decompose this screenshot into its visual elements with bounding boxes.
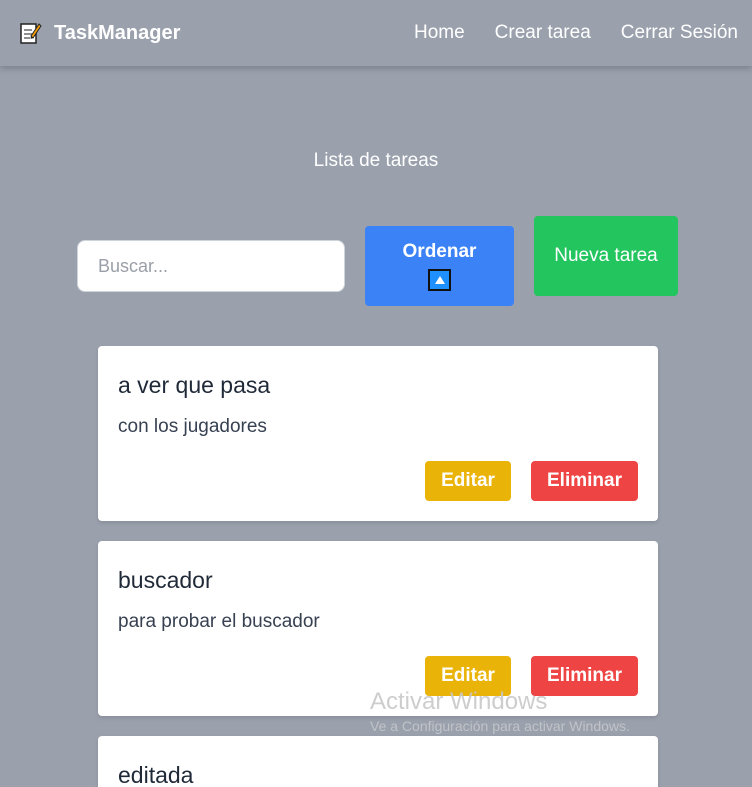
task-title: buscador bbox=[118, 567, 213, 593]
sort-button[interactable]: Ordenar bbox=[365, 226, 514, 306]
task-card: editada bbox=[98, 736, 658, 787]
navbar: TaskManager Home Crear tarea Cerrar Sesi… bbox=[0, 0, 752, 66]
task-title: a ver que pasa bbox=[118, 372, 271, 398]
task-description: con los jugadores bbox=[118, 416, 267, 437]
task-description: para probar el buscador bbox=[118, 611, 320, 632]
delete-button[interactable]: Eliminar bbox=[531, 461, 638, 501]
triangle-up-icon bbox=[428, 269, 451, 291]
memo-icon bbox=[18, 21, 42, 45]
nav-link-logout[interactable]: Cerrar Sesión bbox=[621, 22, 738, 44]
brand[interactable]: TaskManager bbox=[18, 21, 180, 45]
new-task-button[interactable]: Nueva tarea bbox=[534, 216, 678, 296]
task-card: buscador para probar el buscador Editar … bbox=[98, 541, 658, 716]
task-card: a ver que pasa con los jugadores Editar … bbox=[98, 346, 658, 521]
edit-button[interactable]: Editar bbox=[425, 656, 511, 696]
nav-link-create-task[interactable]: Crear tarea bbox=[495, 22, 591, 44]
delete-button[interactable]: Eliminar bbox=[531, 656, 638, 696]
nav-link-home[interactable]: Home bbox=[414, 22, 465, 44]
brand-name: TaskManager bbox=[54, 21, 181, 44]
nav-links: Home Crear tarea Cerrar Sesión bbox=[414, 22, 738, 44]
page-title: Lista de tareas bbox=[313, 150, 439, 171]
search-input[interactable] bbox=[77, 240, 345, 292]
edit-button[interactable]: Editar bbox=[425, 461, 511, 501]
sort-button-label: Ordenar bbox=[402, 241, 477, 262]
watermark-subtitle: Ve a Configuración para activar Windows. bbox=[370, 718, 630, 734]
task-title: editada bbox=[118, 762, 194, 787]
